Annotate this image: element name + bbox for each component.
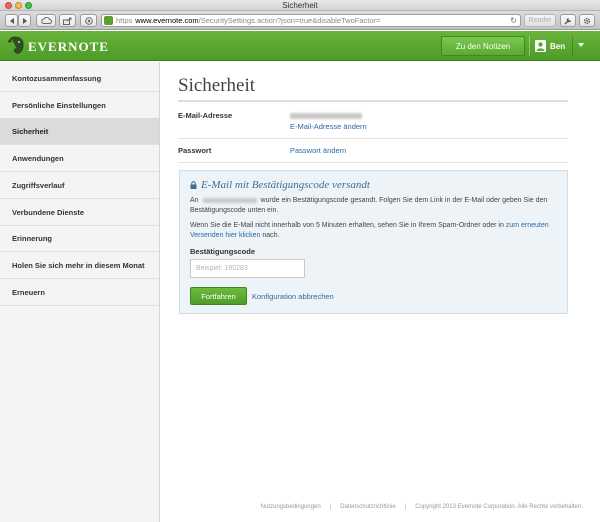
email-value-redacted: [290, 113, 362, 119]
forward-arrow-icon: [22, 17, 27, 24]
email-label: E-Mail-Adresse: [178, 111, 233, 120]
spam-folder-hint: Wenn Sie die E-Mail nicht innerhalb von …: [190, 221, 565, 241]
evernote-favicon-icon: [104, 16, 113, 25]
verification-title-text: E-Mail mit Bestätigungscode versandt: [201, 179, 370, 191]
verification-code-placeholder: Beispiel: 190283: [196, 265, 248, 272]
footer-separator: |: [404, 504, 407, 510]
url-path: /SecuritySettings.action?json=true&disab…: [198, 16, 381, 25]
cloud-icon: [40, 17, 52, 24]
extension-icon: [84, 16, 93, 25]
password-label: Passwort: [178, 146, 212, 155]
verification-code-label: Bestätigungscode: [190, 247, 256, 256]
divider: [529, 36, 530, 56]
gear-icon: [583, 17, 591, 24]
footer: Nutzungsbedingungen | Datenschutzrichtli…: [161, 504, 600, 510]
window-title: Sicherheit: [282, 1, 318, 10]
verification-code-input[interactable]: Beispiel: 190283: [190, 259, 305, 278]
divider: [572, 36, 573, 56]
sidebar-item-renew[interactable]: Erneuern: [0, 279, 159, 306]
evernote-logo-text[interactable]: EVERNOTE: [28, 39, 109, 55]
sidebar-item-access-history[interactable]: Zugriffsverlauf: [0, 172, 159, 199]
go-to-notes-button[interactable]: Zu den Notizen: [441, 36, 525, 56]
verification-panel: E-Mail mit Bestätigungscode versandt An …: [179, 170, 568, 314]
user-name: Ben: [550, 41, 566, 51]
settings-button[interactable]: [579, 14, 595, 27]
footer-separator: |: [329, 504, 332, 510]
url-scheme: https: [116, 16, 133, 25]
share-icon: [63, 17, 72, 25]
reader-button[interactable]: Reader: [524, 14, 556, 27]
verification-message: An wurde ein Bestätigungscode gesandt. F…: [190, 196, 565, 216]
user-menu[interactable]: Ben: [529, 36, 600, 56]
main-content: Sicherheit E-Mail-Adresse E-Mail-Adresse…: [161, 62, 600, 522]
back-arrow-icon: [9, 17, 14, 24]
verification-message-prefix: An: [190, 197, 199, 204]
verification-title: E-Mail mit Bestätigungscode versandt: [190, 179, 370, 191]
cancel-configuration-link[interactable]: Konfiguration abbrechen: [252, 292, 334, 301]
sidebar-item-reminder[interactable]: Erinnerung: [0, 225, 159, 252]
change-password-link[interactable]: Passwort ändern: [290, 146, 346, 155]
sidebar-item-applications[interactable]: Anwendungen: [0, 145, 159, 172]
user-avatar-icon: [535, 40, 546, 52]
sidebar-item-personal-settings[interactable]: Persönliche Einstellungen: [0, 92, 159, 119]
tools-button[interactable]: [560, 14, 576, 27]
chevron-down-icon[interactable]: [578, 43, 584, 47]
terms-link[interactable]: Nutzungsbedingungen: [261, 504, 321, 510]
forward-button[interactable]: [18, 14, 31, 27]
elephant-logo-icon[interactable]: [7, 36, 25, 55]
reload-icon[interactable]: ↻: [510, 16, 517, 25]
settings-sidebar: Kontozusammenfassung Persönliche Einstel…: [0, 62, 160, 522]
share-button[interactable]: [59, 14, 76, 27]
row-divider: [178, 138, 568, 139]
continue-button[interactable]: Fortfahren: [190, 287, 247, 305]
lock-icon: [190, 181, 197, 189]
icloud-tabs-button[interactable]: [36, 14, 56, 27]
title-divider: [178, 100, 568, 102]
copyright-text: Copyright 2013 Evernote Corporation. All…: [415, 504, 583, 510]
ghostery-button[interactable]: [80, 14, 97, 27]
window-titlebar: Sicherheit: [0, 0, 600, 11]
page-title: Sicherheit: [178, 75, 256, 96]
privacy-link[interactable]: Datenschutzrichtlinie: [340, 504, 395, 510]
browser-toolbar: https www.evernote.com/SecuritySettings.…: [0, 11, 600, 30]
wrench-icon: [564, 17, 572, 24]
url-host: www.evernote.com: [135, 16, 199, 25]
email-value-redacted: [202, 197, 257, 203]
sidebar-item-get-more[interactable]: Holen Sie sich mehr in diesem Monat: [0, 252, 159, 279]
back-button[interactable]: [5, 14, 18, 27]
address-bar[interactable]: https www.evernote.com/SecuritySettings.…: [101, 14, 521, 27]
spam-hint-text: Wenn Sie die E-Mail nicht innerhalb von …: [190, 222, 504, 229]
row-divider: [178, 162, 568, 163]
sidebar-item-connected-services[interactable]: Verbundene Dienste: [0, 199, 159, 226]
evernote-header: EVERNOTE Zu den Notizen Ben: [0, 31, 600, 61]
spam-hint-end: nach.: [262, 232, 280, 239]
sidebar-item-security[interactable]: Sicherheit: [0, 118, 159, 145]
sidebar-item-account-summary[interactable]: Kontozusammenfassung: [0, 65, 159, 92]
change-email-link[interactable]: E-Mail-Adresse ändern: [290, 122, 367, 131]
